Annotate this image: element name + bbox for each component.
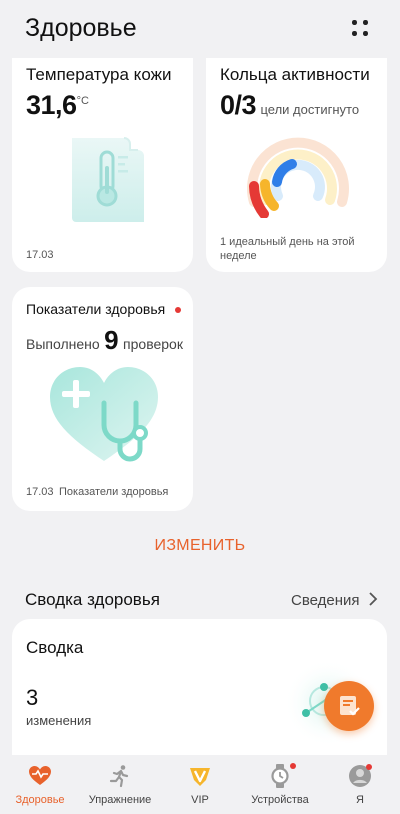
checks-done: Выполнено 9 проверок <box>26 325 183 356</box>
temperature-value: 31,6°C <box>26 90 89 121</box>
activity-value: 0/3 цели достигнуто <box>220 90 359 121</box>
thermometer-icon <box>72 137 144 222</box>
tab-me[interactable]: Я <box>320 755 400 814</box>
skin-temperature-card[interactable]: Температура кожи 31,6°C 17.03 <box>12 58 193 272</box>
edit-button[interactable]: ИЗМЕНИТЬ <box>0 537 400 555</box>
card-title: Кольца активности <box>220 65 370 84</box>
health-date: 17.03 <box>26 486 54 498</box>
activity-suffix: цели достигнуто <box>260 102 360 117</box>
health-footer-label: Показатели здоровья <box>59 486 169 498</box>
tab-devices[interactable]: Устройства <box>240 755 320 814</box>
heart-stethoscope-icon <box>50 367 158 462</box>
checks-count: 9 <box>104 325 119 355</box>
tab-label: Здоровье <box>15 794 65 806</box>
bottom-tab-bar: Здоровье Упражнение VIP Устройства Я <box>0 755 400 814</box>
details-link[interactable]: Сведения <box>291 592 378 609</box>
checks-suffix: проверок <box>123 336 183 352</box>
more-menu-button[interactable] <box>350 18 374 42</box>
report-check-icon <box>340 696 360 716</box>
header: Здоровье <box>0 0 400 58</box>
tab-vip[interactable]: VIP <box>160 755 240 814</box>
health-indicators-card[interactable]: Показатели здоровья Выполнено 9 проверок… <box>12 287 193 511</box>
heart-pulse-icon <box>29 766 51 785</box>
summary-count: 3 <box>26 685 39 710</box>
details-link-label: Сведения <box>291 592 360 609</box>
report-fab-button[interactable] <box>324 681 374 731</box>
watch-icon <box>271 764 289 788</box>
card-title: Показатели здоровья <box>26 301 166 317</box>
notification-dot <box>175 307 181 313</box>
vip-icon <box>190 768 210 786</box>
tab-label: Устройства <box>251 794 309 806</box>
activity-number: 0/3 <box>220 90 257 120</box>
activity-note-line1: 1 идеальный день на этой <box>220 236 355 248</box>
chevron-right-icon <box>369 592 377 606</box>
temperature-number: 31,6 <box>26 90 77 120</box>
notification-dot <box>366 764 372 770</box>
summary-card[interactable]: Сводка 3 изменения <box>12 619 387 769</box>
temperature-date: 17.03 <box>26 249 54 261</box>
card-title: Температура кожи <box>26 65 172 84</box>
summary-title: Сводка <box>26 638 84 657</box>
tab-label: Я <box>356 794 364 806</box>
notification-dot <box>290 763 296 769</box>
running-icon <box>109 765 129 788</box>
tab-label: Упражнение <box>88 794 152 806</box>
activity-note-line2: неделе <box>220 250 257 262</box>
tab-health[interactable]: Здоровье <box>0 755 80 814</box>
section-title: Сводка здоровья <box>25 590 160 609</box>
tab-exercise[interactable]: Упражнение <box>80 755 160 814</box>
checks-prefix: Выполнено <box>26 336 100 352</box>
tab-label: VIP <box>191 794 209 806</box>
summary-count-label: изменения <box>26 713 92 728</box>
activity-rings-card[interactable]: Кольца активности 0/3 цели достигнуто 1 … <box>206 58 387 272</box>
page-title: Здоровье <box>25 14 137 42</box>
temperature-unit: °C <box>76 95 89 107</box>
activity-rings-icon <box>247 137 349 218</box>
